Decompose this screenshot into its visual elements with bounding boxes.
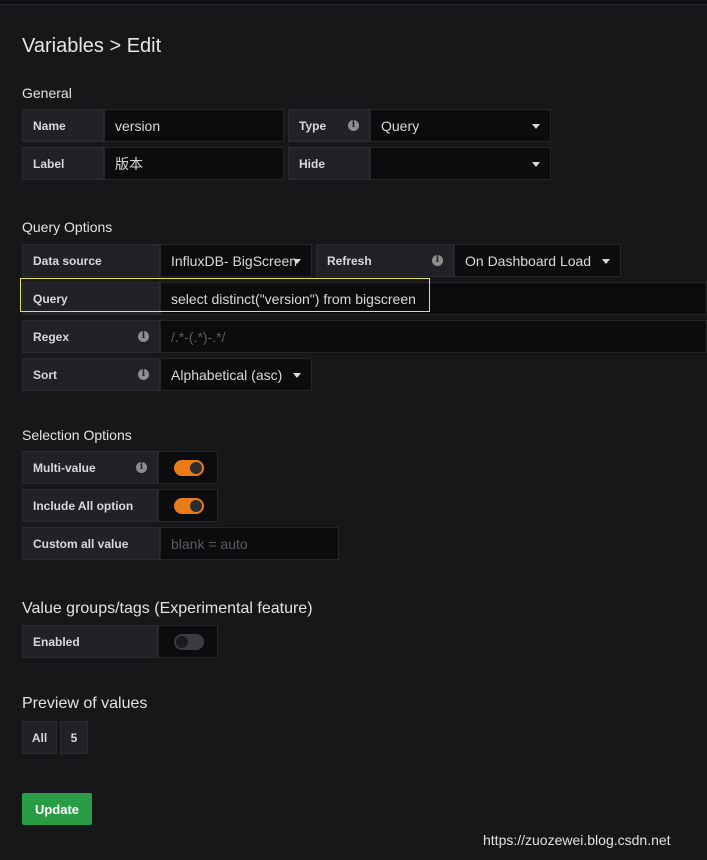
include-all-label: Include All option — [22, 489, 158, 522]
preview-value: All — [22, 721, 57, 754]
info-icon[interactable]: i — [136, 462, 147, 473]
section-general-title: General — [22, 85, 72, 101]
regex-input[interactable]: /.*-(.*)-.*/ — [160, 320, 707, 353]
enabled-toggle-box — [158, 625, 218, 658]
regex-label-text: Regex — [33, 329, 70, 344]
info-icon[interactable]: i — [348, 120, 359, 131]
label-label: Label — [22, 147, 104, 180]
type-label: Type i — [288, 109, 370, 142]
toggle-knob — [190, 462, 202, 474]
multi-value-toggle-box — [158, 451, 218, 484]
page-title: Variables > Edit — [22, 35, 162, 57]
datasource-select-value: InfluxDB- BigScreen — [171, 252, 298, 269]
sort-select[interactable]: Alphabetical (asc) — [160, 358, 312, 391]
multi-value-label: Multi-value i — [22, 451, 158, 484]
multi-value-toggle[interactable] — [174, 460, 204, 476]
sort-label: Sort i — [22, 358, 160, 391]
section-value-groups-title: Value groups/tags (Experimental feature) — [22, 600, 313, 617]
preview-value: 5 — [60, 721, 88, 754]
enabled-label: Enabled — [22, 625, 158, 658]
name-label: Name — [22, 109, 104, 142]
top-bar — [0, 0, 707, 5]
datasource-select[interactable]: InfluxDB- BigScreen — [160, 244, 312, 277]
section-query-options-title: Query Options — [22, 219, 113, 235]
toggle-knob — [176, 636, 188, 648]
label-input[interactable]: 版本 — [104, 147, 284, 180]
watermark: https://zuozewei.blog.csdn.net — [483, 832, 671, 848]
sort-label-text: Sort — [33, 367, 57, 382]
include-all-toggle[interactable] — [174, 498, 204, 514]
query-input[interactable]: select distinct("version") from bigscree… — [160, 282, 707, 315]
chevron-down-icon — [602, 259, 610, 264]
section-selection-options-title: Selection Options — [22, 427, 132, 443]
enabled-toggle[interactable] — [174, 634, 204, 650]
sort-select-value: Alphabetical (asc) — [171, 366, 283, 383]
name-input[interactable]: version — [104, 109, 284, 142]
refresh-label: Refresh i — [316, 244, 454, 277]
info-icon[interactable]: i — [138, 369, 149, 380]
chevron-down-icon — [293, 259, 301, 264]
info-icon[interactable]: i — [138, 331, 149, 342]
type-label-text: Type — [299, 118, 327, 133]
regex-label: Regex i — [22, 320, 160, 353]
refresh-select-value: On Dashboard Load — [465, 252, 592, 269]
chevron-down-icon — [532, 162, 540, 167]
hide-label: Hide — [288, 147, 370, 180]
multi-value-label-text: Multi-value — [33, 460, 96, 475]
query-label: Query — [22, 282, 160, 315]
custom-all-label: Custom all value — [22, 527, 160, 560]
custom-all-input[interactable]: blank = auto — [160, 527, 339, 560]
chevron-down-icon — [293, 373, 301, 378]
section-preview-title: Preview of values — [22, 695, 148, 712]
chevron-down-icon — [532, 124, 540, 129]
update-button[interactable]: Update — [22, 793, 92, 825]
info-icon[interactable]: i — [432, 255, 443, 266]
type-select-value: Query — [381, 117, 420, 134]
refresh-label-text: Refresh — [327, 253, 372, 268]
include-all-toggle-box — [158, 489, 218, 522]
datasource-label: Data source — [22, 244, 160, 277]
hide-select[interactable] — [370, 147, 551, 180]
type-select[interactable]: Query — [370, 109, 551, 142]
toggle-knob — [190, 500, 202, 512]
refresh-select[interactable]: On Dashboard Load — [454, 244, 621, 277]
